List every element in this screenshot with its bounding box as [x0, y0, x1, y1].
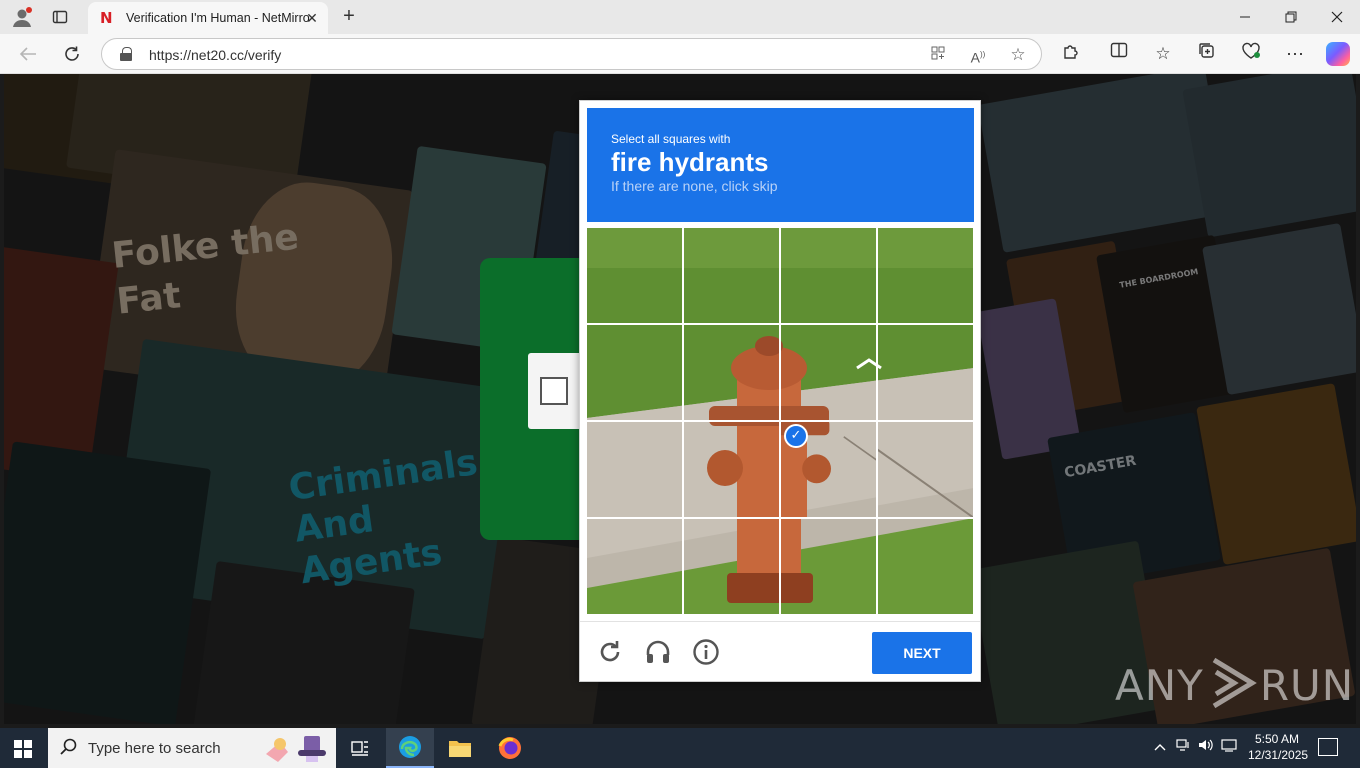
- tab-bar: N Verification I'm Human - NetMirror ✕ +: [0, 0, 1360, 34]
- browser-essentials-icon[interactable]: [1238, 42, 1264, 66]
- notification-icon[interactable]: [1318, 738, 1338, 756]
- clock-time: 5:50 AM: [1254, 732, 1300, 746]
- captcha-tile-10[interactable]: [684, 422, 779, 517]
- captcha-tile-7[interactable]: [781, 325, 876, 420]
- back-icon[interactable]: [14, 40, 42, 68]
- captcha-tile-16[interactable]: [878, 519, 973, 614]
- captcha-header: Select all squares with fire hydrants If…: [587, 108, 974, 222]
- captcha-footer: NEXT: [580, 621, 980, 681]
- file-explorer-icon[interactable]: [436, 728, 484, 768]
- minimize-icon[interactable]: [1222, 0, 1268, 34]
- refresh-icon[interactable]: [592, 634, 628, 670]
- system-clock[interactable]: 5:50 AM 12/31/2025: [1248, 731, 1309, 763]
- url-text[interactable]: https://net20.cc/verify: [149, 47, 281, 63]
- ime-icon[interactable]: [1219, 738, 1239, 758]
- collections-icon[interactable]: [1194, 42, 1220, 66]
- close-icon[interactable]: ✕: [304, 10, 320, 26]
- captcha-checkbox-widget[interactable]: [528, 353, 584, 429]
- captcha-checkbox[interactable]: [540, 377, 568, 405]
- search-highlight-illustration: [266, 736, 326, 762]
- captcha-subtext: If there are none, click skip: [611, 178, 778, 194]
- captcha-tile-4[interactable]: [878, 228, 973, 323]
- watermark-logo: ANY RUN: [1115, 657, 1355, 710]
- captcha-tile-15[interactable]: [781, 519, 876, 614]
- volume-icon[interactable]: [1196, 738, 1216, 758]
- captcha-tile-6[interactable]: [684, 325, 779, 420]
- windows-start-icon[interactable]: [14, 740, 32, 758]
- captcha-target-object: fire hydrants: [611, 147, 769, 177]
- edge-icon[interactable]: [386, 728, 434, 768]
- captcha-challenge: Select all squares with fire hydrants If…: [579, 100, 981, 682]
- captcha-tile-8[interactable]: [878, 325, 973, 420]
- captcha-tile-12[interactable]: [878, 422, 973, 517]
- new-tab-icon[interactable]: +: [336, 4, 362, 30]
- captcha-instruction: Select all squares with: [611, 132, 731, 146]
- taskbar-search-box[interactable]: Type here to search: [48, 728, 336, 768]
- captcha-tile-14[interactable]: [684, 519, 779, 614]
- tab-actions-icon[interactable]: [46, 4, 74, 30]
- apps-icon[interactable]: [928, 45, 948, 65]
- restore-icon[interactable]: [1268, 0, 1314, 34]
- task-view-icon[interactable]: [336, 728, 384, 768]
- tab-title: Verification I'm Human - NetMirror: [126, 11, 310, 25]
- audio-challenge-icon[interactable]: [640, 634, 676, 670]
- address-bar[interactable]: https://net20.cc/verify A)) ☆: [101, 38, 1042, 70]
- netmirror-favicon: N: [100, 9, 113, 27]
- captcha-tile-3[interactable]: [781, 228, 876, 323]
- captcha-image-grid: ✓: [587, 228, 974, 615]
- clock-date: 12/31/2025: [1248, 748, 1309, 762]
- windows-taskbar: Type here to search 5:50 AM 12/31/2025: [0, 728, 1360, 768]
- next-button[interactable]: NEXT: [872, 632, 972, 674]
- captcha-tile-5[interactable]: [587, 325, 682, 420]
- more-icon[interactable]: ⋯: [1282, 42, 1308, 66]
- captcha-tile-13[interactable]: [587, 519, 682, 614]
- network-icon[interactable]: [1173, 738, 1193, 758]
- split-screen-icon[interactable]: [1106, 42, 1132, 66]
- firefox-icon[interactable]: [486, 728, 534, 768]
- favorites-icon[interactable]: ☆: [1150, 42, 1176, 66]
- profile-icon[interactable]: [8, 4, 36, 30]
- captcha-tile-2[interactable]: [684, 228, 779, 323]
- window-close-icon[interactable]: [1314, 0, 1360, 34]
- chevron-up-icon[interactable]: [1150, 738, 1170, 758]
- refresh-icon[interactable]: [58, 40, 86, 68]
- copilot-icon[interactable]: [1326, 42, 1350, 66]
- selected-check-icon: ✓: [784, 424, 808, 448]
- captcha-tile-9[interactable]: [587, 422, 682, 517]
- browser-toolbar: https://net20.cc/verify A)) ☆ ☆ ⋯: [0, 34, 1360, 74]
- captcha-tile-1[interactable]: [587, 228, 682, 323]
- active-tab[interactable]: N Verification I'm Human - NetMirror ✕: [88, 2, 328, 34]
- extensions-icon[interactable]: [1058, 42, 1084, 66]
- search-icon: [60, 738, 80, 758]
- info-icon[interactable]: [688, 634, 724, 670]
- favorite-star-icon[interactable]: ☆: [1008, 45, 1028, 65]
- lock-icon[interactable]: [120, 47, 132, 61]
- read-aloud-icon[interactable]: A)): [968, 45, 988, 66]
- search-placeholder: Type here to search: [88, 740, 221, 757]
